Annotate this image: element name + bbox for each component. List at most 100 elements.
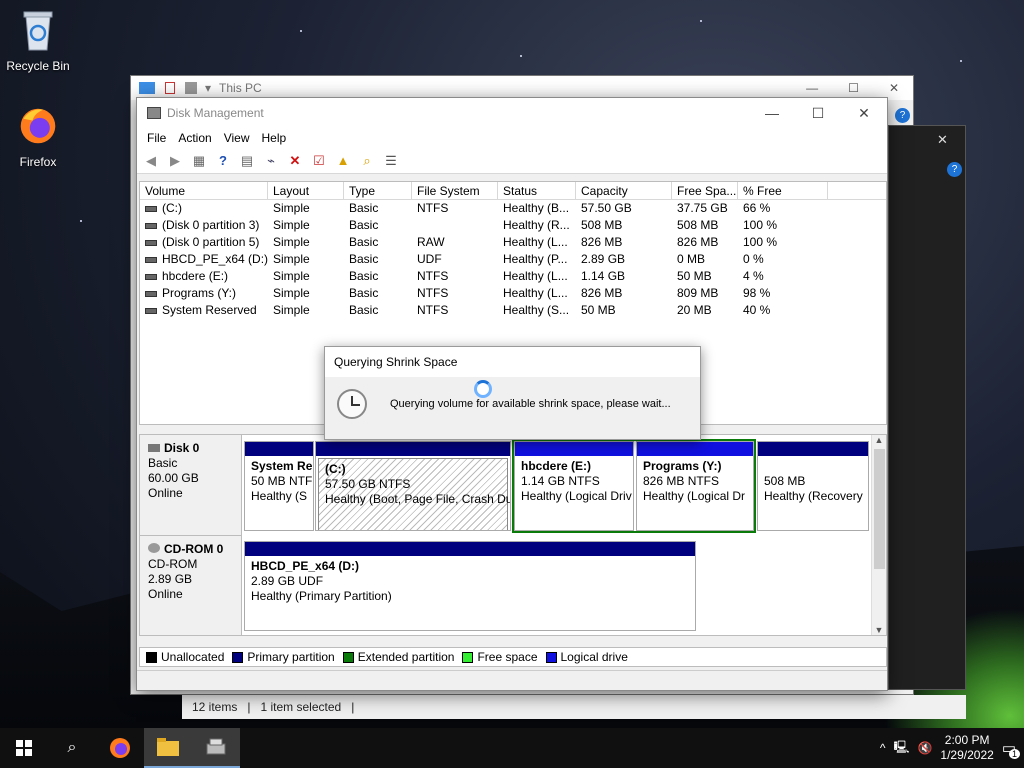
search-button[interactable]: ⌕ [48,728,96,768]
volume-muted-icon[interactable]: 🔇 [917,741,932,755]
volume-row[interactable]: System Reserved Simple Basic NTFS Healthy (S… [140,302,886,319]
querying-shrink-dialog[interactable]: Querying Shrink Space Querying volume fo… [324,346,701,440]
vertical-scrollbar[interactable]: ▲ ▼ [871,435,886,635]
column-capacity[interactable]: Capacity [576,182,672,199]
taskbar-firefox[interactable] [96,728,144,768]
help-icon[interactable]: ? [213,151,233,171]
volume-cell: Basic [349,218,379,232]
delete-icon[interactable]: ✕ [285,151,305,171]
partition-status: Healthy (Recovery [764,489,863,503]
partition-name: (C:) [325,462,346,476]
star [80,220,82,222]
close-icon[interactable]: ✕ [937,132,948,148]
menu-help[interactable]: Help [256,131,293,145]
quick-access-dropdown-icon[interactable]: ▾ [205,81,211,95]
column-free-space[interactable]: Free Spa... [672,182,738,199]
forward-arrow-icon[interactable]: ▶ [165,151,185,171]
partition-status: Healthy (S [251,489,308,503]
second-explorer-window[interactable]: ? ✕ [888,125,966,690]
explorer-statusbar: 12 items | 1 item selected | [182,695,966,719]
disk0-size: 60.00 GB [148,471,199,485]
column-status[interactable]: Status [498,182,576,199]
chevron-up-icon[interactable]: ^ [880,741,886,755]
volume-row[interactable]: (Disk 0 partition 3) Simple Basic Healthy (… [140,217,886,234]
volume-row[interactable]: (Disk 0 partition 5) Simple Basic RAW Health… [140,234,886,251]
volume-cell: 98 % [743,286,771,300]
show-hide-tree-icon[interactable]: ▦ [189,151,209,171]
cdrom0-label[interactable]: CD-ROM 0 CD-ROM 2.89 GB Online [140,535,242,635]
column-type[interactable]: Type [344,182,412,199]
help-icon[interactable]: ? [947,162,962,177]
partition-e[interactable]: hbcdere (E:) 1.14 GB NTFS Healthy (Logical… [514,441,634,531]
partition-system-reserved[interactable]: System Re 50 MB NTFS Healthy (S [244,441,314,531]
volume-cell: NTFS [417,201,449,215]
folder-up-icon[interactable]: ▲ [333,151,353,171]
search-icon: ⌕ [67,739,77,756]
close-icon[interactable]: ✕ [889,81,899,95]
maximize-button[interactable]: ☐ [795,105,841,122]
volume-cell: 508 MB [581,218,623,232]
column-percent-free[interactable]: % Free [738,182,828,199]
volume-name-cell: HBCD_PE_x64 (D:) [140,251,268,268]
volume-name: HBCD_PE_x64 (D:) [162,252,268,266]
clock-time: 2:00 PM [944,733,990,747]
start-button[interactable] [0,728,48,768]
volume-cell: 826 MB [581,286,623,300]
properties-icon[interactable]: ▤ [237,151,257,171]
close-button[interactable]: ✕ [841,105,887,122]
partition-y[interactable]: Programs (Y:) 826 MB NTFS Healthy (Logical… [636,441,754,531]
desktop-icon-firefox[interactable]: Firefox [0,104,76,169]
firefox-icon [20,108,56,144]
cdrom-icon [148,543,160,553]
column-layout[interactable]: Layout [268,182,344,199]
taskbar-disk-management[interactable] [192,728,240,768]
volume-icon [145,222,157,229]
disk-graphical-view[interactable]: Disk 0 Basic 60.00 GB Online System Re 50… [139,434,887,636]
search-icon[interactable]: ⌕ [357,151,377,171]
taskbar-file-explorer[interactable] [144,728,192,768]
volume-cell: 50 MB [581,303,616,317]
minimize-button[interactable]: — [749,105,795,122]
menu-action[interactable]: Action [172,131,217,145]
partition-c[interactable]: (C:) 57.50 GB NTFS Healthy (Boot, Page Fil… [315,441,511,531]
volume-cell: Basic [349,286,379,300]
titlebar[interactable]: Disk Management — ☐ ✕ [137,98,887,128]
partition-d[interactable]: HBCD_PE_x64 (D:) 2.89 GB UDF Healthy (Prim… [244,541,696,631]
checklist-icon[interactable]: ☑ [309,151,329,171]
menubar: File Action View Help [137,128,887,148]
volume-cell: 66 % [743,201,771,215]
minimize-icon[interactable]: — [806,81,818,95]
list-view-icon[interactable]: ☰ [381,151,401,171]
volume-list-header: Volume Layout Type File System Status Ca… [140,182,886,200]
volume-row[interactable]: HBCD_PE_x64 (D:) Simple Basic UDF Healthy (P… [140,251,886,268]
menu-file[interactable]: File [141,131,172,145]
volume-row[interactable]: (C:) Simple Basic NTFS Healthy (B... 57.50 GB… [140,200,886,217]
desktop-icon-recycle-bin[interactable]: Recycle Bin [0,8,76,73]
notification-center-icon[interactable]: ▭ 1 [1002,739,1020,759]
system-tray: ^ 🖳 🔇 2:00 PM 1/29/2022 ▭ 1 [880,733,1024,763]
volume-cell: NTFS [417,286,449,300]
network-icon[interactable]: 🖳 [893,738,909,759]
help-icon[interactable]: ? [895,108,910,123]
partition-recovery[interactable]: 508 MB Healthy (Recovery [757,441,869,531]
volume-cell: Basic [349,252,379,266]
menu-view[interactable]: View [218,131,256,145]
scroll-up-icon[interactable]: ▲ [872,435,886,445]
column-volume[interactable]: Volume [140,182,268,199]
volume-name: Programs (Y:) [162,286,237,300]
scroll-thumb[interactable] [874,449,885,569]
connect-icon[interactable]: ⌁ [261,151,281,171]
maximize-icon[interactable]: ☐ [848,81,859,95]
cdrom0-state: Online [148,587,183,601]
taskbar-clock[interactable]: 2:00 PM 1/29/2022 [940,733,993,763]
legend-item: Primary partition [232,650,335,664]
volume-cell: Healthy (S... [503,303,570,317]
back-arrow-icon[interactable]: ◀ [141,151,161,171]
column-file-system[interactable]: File System [412,182,498,199]
volume-row[interactable]: Programs (Y:) Simple Basic NTFS Healthy (L..… [140,285,886,302]
disk0-label[interactable]: Disk 0 Basic 60.00 GB Online [140,435,242,535]
scroll-down-icon[interactable]: ▼ [872,625,886,635]
volume-row[interactable]: hbcdere (E:) Simple Basic NTFS Healthy (L...… [140,268,886,285]
firefox-icon [110,738,130,758]
items-count: 12 items [192,700,238,714]
